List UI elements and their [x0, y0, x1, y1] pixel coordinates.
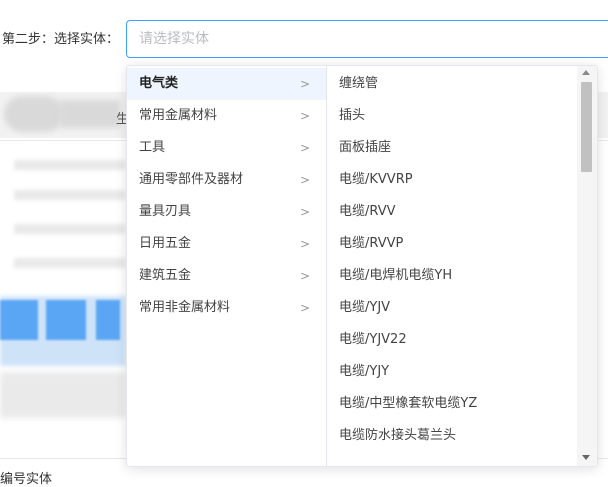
- item-option[interactable]: 电缆/电焊机电缆YH: [327, 260, 577, 292]
- background-text-blur: [14, 190, 126, 200]
- chevron-right-icon: >: [299, 301, 310, 315]
- category-label: 常用金属材料: [139, 108, 218, 123]
- item-option[interactable]: 面板插座: [327, 132, 577, 164]
- background-bottom-text: 编号实体: [0, 472, 53, 487]
- category-option[interactable]: 通用零部件及器材 >: [127, 164, 326, 196]
- category-label: 量具刃具: [139, 204, 192, 219]
- item-option[interactable]: 缠绕管: [327, 68, 577, 100]
- category-option[interactable]: 建筑五金 >: [127, 260, 326, 292]
- category-option[interactable]: 量具刃具 >: [127, 196, 326, 228]
- chevron-right-icon: >: [299, 269, 310, 283]
- step-label: 第二步：选择实体：: [2, 32, 120, 47]
- item-option[interactable]: 电缆/RVV: [327, 196, 577, 228]
- background-avatar-blur-2: [60, 100, 120, 128]
- item-option[interactable]: 电缆防水接头葛兰头: [327, 420, 577, 452]
- background-text-blur: [14, 224, 126, 234]
- background-avatar-blur: [4, 96, 64, 132]
- category-column: 电气类 > 常用金属材料 > 工具 > 通用零部件及器材 > 量具刃具 > 日用五金 > 建…: [127, 66, 327, 466]
- item-option[interactable]: 电缆/YJY: [327, 356, 577, 388]
- background-image-blur: [96, 300, 120, 340]
- background-image-blur: [0, 300, 38, 340]
- background-text-blur: [14, 160, 126, 170]
- category-label: 工具: [139, 140, 166, 155]
- item-scrollbar[interactable]: [577, 66, 597, 466]
- item-option[interactable]: 插头: [327, 100, 577, 132]
- category-label: 日用五金: [139, 236, 192, 251]
- category-option[interactable]: 电气类 >: [127, 68, 326, 100]
- item-option[interactable]: 电缆/YJV: [327, 292, 577, 324]
- category-option[interactable]: 工具 >: [127, 132, 326, 164]
- chevron-right-icon: >: [299, 205, 310, 219]
- category-option[interactable]: 常用金属材料 >: [127, 100, 326, 132]
- item-option[interactable]: 电缆/RVVP: [327, 228, 577, 260]
- item-option[interactable]: 电缆/KVVRP: [327, 164, 577, 196]
- chevron-right-icon: >: [299, 109, 310, 123]
- entity-select-input[interactable]: [126, 20, 608, 58]
- background-image-blur: [46, 300, 86, 340]
- category-option[interactable]: 常用非金属材料 >: [127, 292, 326, 324]
- background-image-blur: [0, 372, 126, 418]
- chevron-right-icon: >: [299, 77, 310, 91]
- chevron-right-icon: >: [299, 141, 310, 155]
- category-label: 常用非金属材料: [139, 300, 231, 315]
- scrollbar-thumb[interactable]: [581, 82, 592, 172]
- scroll-up-arrow-icon[interactable]: [582, 70, 590, 75]
- scroll-down-arrow-icon[interactable]: [582, 455, 590, 460]
- item-column: 缠绕管 插头 面板插座 电缆/KVVRP 电缆/RVV 电缆/RVVP 电缆/电…: [327, 66, 577, 466]
- chevron-right-icon: >: [299, 173, 310, 187]
- category-label: 电气类: [139, 76, 179, 91]
- chevron-right-icon: >: [299, 237, 310, 251]
- category-label: 建筑五金: [139, 268, 192, 283]
- category-label: 通用零部件及器材: [139, 172, 244, 187]
- item-option[interactable]: 电缆/YJV22: [327, 324, 577, 356]
- item-option[interactable]: 电缆/中型橡套软电缆YZ: [327, 388, 577, 420]
- background-text-blur: [14, 258, 126, 268]
- entity-cascader-dropdown: 电气类 > 常用金属材料 > 工具 > 通用零部件及器材 > 量具刃具 > 日用五金 > 建…: [126, 65, 598, 467]
- category-option[interactable]: 日用五金 >: [127, 228, 326, 260]
